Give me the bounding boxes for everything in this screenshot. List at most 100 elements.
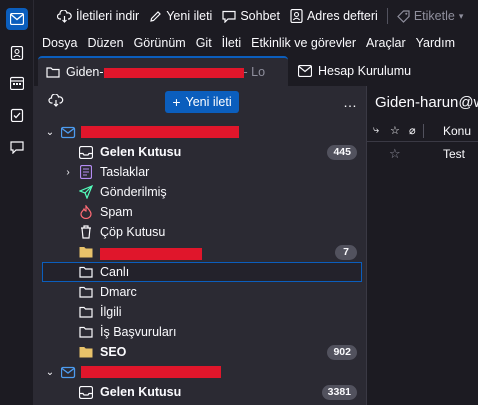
folder-label: İlgili	[100, 305, 122, 319]
folder-pane-header: + Yeni ileti …	[34, 86, 366, 120]
new-message-button[interactable]: + Yeni ileti	[165, 91, 239, 113]
calendar-space-button[interactable]	[6, 72, 28, 94]
menu-events-tasks[interactable]: Etkinlik ve görevler	[251, 36, 356, 50]
plus-icon: +	[172, 94, 181, 110]
menu-go[interactable]: Git	[196, 36, 212, 50]
thread-column-icon[interactable]: ⤷	[373, 124, 379, 137]
chevron-down-icon[interactable]: ⌄	[44, 127, 56, 138]
tab-account-setup-label: Hesap Kurulumu	[318, 64, 412, 78]
account-icon	[60, 124, 76, 140]
sent-icon	[78, 184, 94, 200]
folder-row[interactable]: Gönderilmiş	[34, 182, 366, 202]
account-setup-icon	[298, 65, 312, 77]
more-options-icon[interactable]: …	[343, 94, 358, 110]
redaction-bar	[81, 366, 221, 378]
tab-mail-prefix: Giden-	[66, 65, 104, 79]
message-list-title: Giden-harun@w	[375, 94, 478, 111]
fetch-messages-button[interactable]	[48, 93, 64, 110]
get-messages-button[interactable]: İletileri indir	[54, 4, 142, 28]
menu-tools[interactable]: Araçlar	[366, 36, 406, 50]
folder-row[interactable]: İlgili	[34, 302, 366, 322]
folder-icon	[78, 304, 94, 320]
star-column-icon[interactable]: ☆	[390, 124, 400, 137]
address-book-toolbar-button[interactable]: Adres defteri	[287, 4, 381, 28]
tasks-space-button[interactable]	[6, 104, 28, 126]
folder-row[interactable]: Dmarc	[34, 282, 366, 302]
folder-icon	[78, 264, 94, 280]
folder-row[interactable]: Gelen Kutusu 3381	[34, 382, 366, 402]
message-row[interactable]: ☆ Test	[367, 144, 478, 164]
folder-row[interactable]: Gelen Kutusu 445	[34, 142, 366, 162]
account-row[interactable]: ⌄	[34, 122, 366, 142]
menu-file[interactable]: Dosya	[42, 36, 77, 50]
inbox-icon	[78, 144, 94, 160]
folder-row[interactable]: › Taslaklar	[34, 162, 366, 182]
menu-view[interactable]: Görünüm	[134, 36, 186, 50]
drafts-icon	[78, 164, 94, 180]
folder-pane: + Yeni ileti … ⌄ Gelen Kutusu 445 › Tasl…	[34, 86, 366, 405]
unread-count-badge: 445	[327, 144, 357, 160]
folder-icon	[78, 244, 94, 260]
inbox-icon	[78, 384, 94, 400]
folder-icon	[78, 324, 94, 340]
folder-icon	[46, 67, 60, 78]
mail-space-button[interactable]	[6, 8, 28, 30]
redaction-bar	[103, 67, 244, 78]
new-message-toolbar-button[interactable]: Yeni ileti	[146, 4, 215, 28]
chat-icon	[10, 141, 24, 154]
folder-row[interactable]: SEO 902	[34, 342, 366, 362]
menu-message[interactable]: İleti	[222, 36, 241, 50]
tag-button[interactable]: Etiketle ▾	[394, 4, 467, 28]
mail-icon	[10, 13, 24, 25]
column-divider	[423, 124, 424, 138]
folder-row[interactable]: 7	[34, 242, 366, 262]
tab-mail-title: Giden- - Lo	[66, 65, 265, 79]
main-toolbar: İletileri indir Yeni ileti Sohbet Adres …	[34, 0, 478, 32]
folder-label: Gelen Kutusu	[100, 385, 182, 399]
folder-icon	[78, 284, 94, 300]
calendar-icon	[10, 76, 24, 90]
chat-bubble-icon	[222, 10, 236, 23]
menu-help[interactable]: Yardım	[416, 36, 455, 50]
attachment-column-icon[interactable]: ⌀	[409, 124, 416, 137]
folder-label: Çöp Kutusu	[100, 225, 166, 239]
tasks-icon	[10, 108, 24, 122]
folder-icon	[78, 344, 94, 360]
account-row[interactable]: ⌄	[34, 362, 366, 382]
unread-count-badge: 902	[327, 344, 357, 360]
address-book-space-button[interactable]	[6, 42, 28, 64]
folder-row-selected[interactable]: Canlı	[42, 262, 362, 282]
chat-space-button[interactable]	[6, 136, 28, 158]
spaces-toolbar	[0, 0, 34, 405]
chat-toolbar-button[interactable]: Sohbet	[219, 4, 283, 28]
tag-label: Etiketle	[413, 9, 455, 23]
new-message-button-label: Yeni ileti	[185, 95, 232, 109]
message-subject: Test	[443, 147, 466, 161]
folder-row[interactable]: İş Başvuruları	[34, 322, 366, 342]
new-message-label: Yeni ileti	[166, 9, 213, 23]
subject-column-header[interactable]: Konu	[443, 124, 471, 138]
star-icon[interactable]: ☆	[389, 146, 401, 162]
account-icon	[60, 364, 76, 380]
tab-mail-suffix: - Lo	[243, 65, 266, 79]
menu-edit[interactable]: Düzen	[87, 36, 123, 50]
pencil-icon	[150, 10, 162, 22]
tag-icon	[396, 9, 410, 23]
message-list-pane: Giden-harun@w ⤷ ☆ ⌀ Konu ☆ Test	[366, 86, 478, 405]
folder-label: Spam	[100, 205, 133, 219]
folder-label: Dmarc	[100, 285, 137, 299]
cloud-download-icon	[48, 93, 64, 107]
chevron-down-icon[interactable]: ⌄	[44, 367, 56, 378]
unread-count-badge: 3381	[321, 384, 357, 400]
folder-row[interactable]: Çöp Kutusu	[34, 222, 366, 242]
folder-row[interactable]: Spam	[34, 202, 366, 222]
tab-mail[interactable]: Giden- - Lo	[38, 56, 288, 86]
folder-label: Gönderilmiş	[100, 185, 167, 199]
folder-label: İş Başvuruları	[100, 325, 177, 339]
tab-account-setup[interactable]: Hesap Kurulumu	[290, 56, 478, 86]
toolbar-separator	[386, 8, 388, 24]
get-messages-label: İletileri indir	[76, 9, 140, 23]
redaction-bar	[81, 126, 239, 138]
spam-icon	[78, 204, 94, 220]
chevron-right-icon[interactable]: ›	[62, 167, 74, 178]
